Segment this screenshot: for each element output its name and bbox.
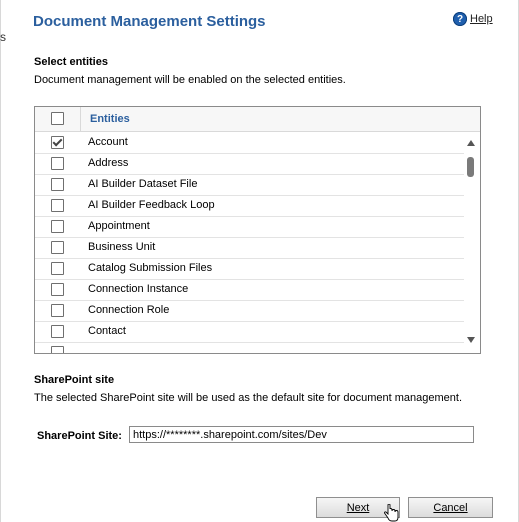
help-link[interactable]: ? Help	[453, 12, 493, 26]
hand-cursor-icon	[384, 504, 399, 522]
entities-grid-header: Entities	[35, 107, 480, 132]
row-label: Catalog Submission Files	[88, 262, 213, 274]
row-label: Connection Role	[88, 304, 170, 316]
row-label: Appointment	[88, 220, 150, 232]
background-text-fragment: s	[0, 30, 6, 44]
help-icon[interactable]: ?	[453, 12, 467, 26]
table-row[interactable]: Business Unit	[35, 237, 465, 259]
entities-column-header[interactable]: Entities	[90, 113, 130, 125]
header-checkbox-cell	[35, 107, 81, 131]
table-row[interactable]: AI Builder Feedback Loop	[35, 195, 465, 217]
row-checkbox[interactable]	[51, 262, 64, 275]
row-label: Business Unit	[88, 241, 156, 253]
row-checkbox[interactable]	[51, 304, 64, 317]
cancel-button[interactable]: Cancel	[408, 497, 493, 518]
row-checkbox[interactable]	[51, 346, 64, 353]
table-row[interactable]: AI Builder Dataset File	[35, 174, 465, 196]
row-label: Contact	[88, 325, 126, 337]
row-label: AI Builder Feedback Loop	[88, 199, 215, 211]
table-row[interactable]: Address	[35, 153, 465, 175]
row-label: AI Builder Dataset File	[88, 178, 198, 190]
sharepoint-site-heading: SharePoint site	[34, 374, 115, 386]
select-entities-heading: Select entities	[34, 56, 108, 68]
row-checkbox[interactable]	[51, 136, 64, 149]
entities-scrollbar[interactable]	[464, 132, 479, 351]
select-entities-description: Document management will be enabled on t…	[34, 74, 346, 86]
table-row[interactable]: Catalog Submission Files	[35, 258, 465, 280]
row-checkbox[interactable]	[51, 241, 64, 254]
scroll-thumb[interactable]	[467, 157, 474, 177]
dialog-left-edge	[0, 0, 1, 522]
entities-grid: Entities Account Address AI Builder Datase…	[34, 106, 481, 354]
dialog-title: Document Management Settings	[33, 13, 266, 30]
sharepoint-site-description: The selected SharePoint site will be use…	[34, 392, 463, 404]
row-checkbox[interactable]	[51, 178, 64, 191]
table-row-partial[interactable]	[35, 342, 465, 353]
table-row[interactable]: Appointment	[35, 216, 465, 238]
select-all-checkbox[interactable]	[51, 112, 64, 125]
row-label: Address	[88, 157, 129, 169]
sharepoint-site-input[interactable]	[129, 426, 474, 443]
scroll-up-arrow-icon[interactable]	[467, 140, 475, 146]
table-row[interactable]: Contact	[35, 321, 465, 343]
row-checkbox[interactable]	[51, 283, 64, 296]
row-checkbox[interactable]	[51, 220, 64, 233]
sharepoint-site-label: SharePoint Site:	[37, 430, 122, 442]
row-checkbox[interactable]	[51, 157, 64, 170]
row-label: Connection Instance	[88, 283, 189, 295]
document-management-dialog: s Document Management Settings ? Help Se…	[0, 0, 519, 522]
scroll-down-arrow-icon[interactable]	[467, 337, 475, 343]
row-checkbox[interactable]	[51, 199, 64, 212]
row-label: Account	[88, 136, 128, 148]
row-checkbox[interactable]	[51, 325, 64, 338]
table-row[interactable]: Connection Role	[35, 300, 465, 322]
help-label[interactable]: Help	[470, 13, 493, 25]
table-row[interactable]: Account	[35, 132, 465, 154]
table-row[interactable]: Connection Instance	[35, 279, 465, 301]
